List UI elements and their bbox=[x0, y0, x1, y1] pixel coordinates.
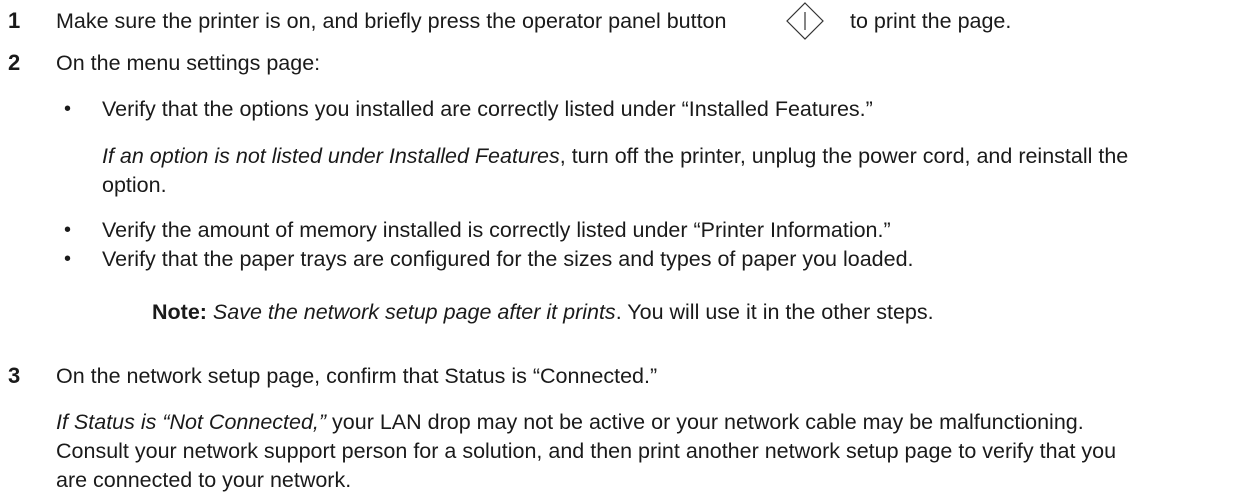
bullet-1-note-italic: If an option is not listed under Install… bbox=[102, 144, 560, 168]
step-2-text: On the menu settings page: bbox=[56, 51, 321, 75]
bullet-1-note-line1: If an option is not listed under Install… bbox=[102, 142, 1128, 170]
step-1-text-after-icon: to print the page. bbox=[850, 9, 1012, 33]
note-label: Note: bbox=[152, 300, 207, 324]
bullet-2-text: Verify the amount of memory installed is… bbox=[102, 218, 891, 242]
bullet-marker: • bbox=[64, 248, 72, 270]
bullet-1-note-line2: option. bbox=[102, 173, 167, 197]
bullet-marker: • bbox=[64, 98, 72, 120]
step-3-detail-line3: are connected to your network. bbox=[56, 468, 352, 492]
bullet-1-text: Verify that the options you installed ar… bbox=[102, 97, 873, 121]
note-rest: . You will use it in the other steps. bbox=[615, 300, 934, 324]
note-line: Note: Save the network setup page after … bbox=[152, 298, 934, 326]
note-italic: Save the network setup page after it pri… bbox=[212, 300, 616, 324]
step-3-text: On the network setup page, confirm that … bbox=[56, 364, 658, 388]
step-3-detail-line2: Consult your network support person for … bbox=[56, 439, 1117, 463]
step-3-number: 3 bbox=[8, 363, 21, 388]
step-1-text: Make sure the printer is on, and briefly… bbox=[56, 9, 727, 33]
operator-panel-go-button-icon bbox=[786, 2, 824, 40]
step-3-detail-rest: your LAN drop may not be active or your … bbox=[326, 410, 1084, 434]
bullet-3-text: Verify that the paper trays are configur… bbox=[102, 247, 914, 271]
step-3-detail-italic: If Status is “Not Connected,” bbox=[56, 410, 327, 434]
step-3-detail-line1: If Status is “Not Connected,” your LAN d… bbox=[56, 408, 1084, 436]
step-2-number: 2 bbox=[8, 50, 21, 75]
bullet-marker: • bbox=[64, 219, 72, 241]
bullet-1-note-rest: , turn off the printer, unplug the power… bbox=[559, 144, 1129, 168]
step-1-number: 1 bbox=[8, 8, 21, 33]
